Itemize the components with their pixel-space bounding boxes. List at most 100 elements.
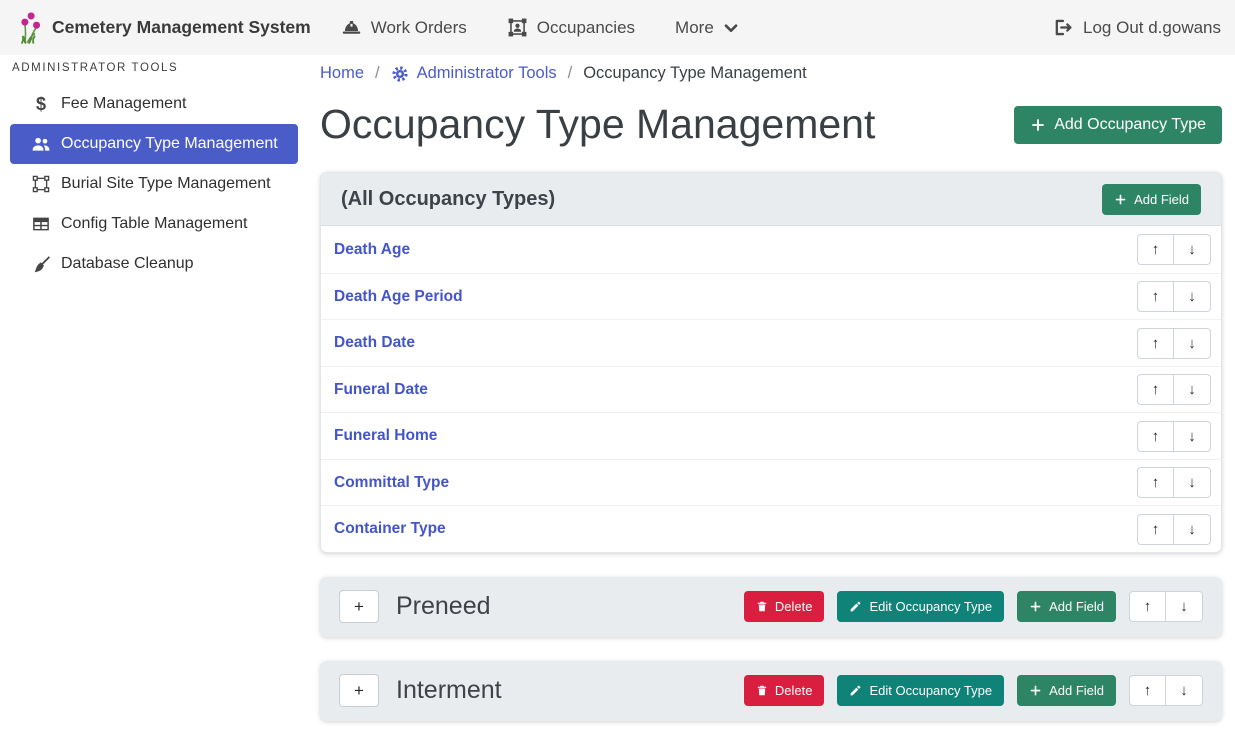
move-up-button[interactable]: ↑ — [1137, 421, 1174, 452]
gear-icon — [391, 65, 409, 83]
arrow-down-icon: ↓ — [1188, 474, 1196, 491]
move-down-button[interactable]: ↓ — [1174, 281, 1211, 312]
move-down-button[interactable]: ↓ — [1166, 675, 1203, 706]
field-row: Funeral Home ↑ ↓ — [321, 412, 1221, 459]
move-up-button[interactable]: ↑ — [1137, 281, 1174, 312]
broom-icon — [30, 255, 52, 274]
sidebar-heading: ADMINISTRATOR TOOLS — [0, 62, 310, 84]
add-occupancy-type-button[interactable]: Add Occupancy Type — [1014, 106, 1222, 144]
nav-item-work-orders[interactable]: Work Orders — [341, 17, 467, 38]
dollar-icon: $ — [30, 95, 52, 113]
page-title: Occupancy Type Management — [320, 99, 875, 150]
reorder-button-group: ↑ ↓ — [1137, 514, 1211, 545]
breadcrumb-label: Administrator Tools — [417, 64, 557, 83]
sidebar-item-label: Config Table Management — [61, 215, 248, 233]
nav-item-label: More — [675, 18, 714, 38]
sidebar: ADMINISTRATOR TOOLS $ Fee Management Occ… — [0, 55, 310, 738]
app-brand[interactable]: Cemetery Management System — [14, 11, 311, 45]
field-link[interactable]: Death Date — [334, 334, 415, 352]
sidebar-item-burial-site-type-management[interactable]: Burial Site Type Management — [10, 164, 298, 204]
top-navbar: Cemetery Management System Work Orders — [0, 0, 1235, 55]
nav-item-more[interactable]: More — [675, 18, 739, 38]
sidebar-item-fee-management[interactable]: $ Fee Management — [10, 84, 298, 124]
move-down-button[interactable]: ↓ — [1166, 591, 1203, 622]
add-field-label: Add Field — [1049, 599, 1104, 614]
field-link[interactable]: Committal Type — [334, 474, 449, 492]
add-field-button[interactable]: Add Field — [1017, 591, 1116, 622]
move-down-button[interactable]: ↓ — [1174, 467, 1211, 498]
move-up-button[interactable]: ↑ — [1129, 591, 1166, 622]
arrow-up-icon: ↑ — [1152, 335, 1160, 352]
expand-button[interactable]: + — [339, 590, 379, 623]
delete-label: Delete — [775, 599, 813, 614]
move-up-button[interactable]: ↑ — [1137, 374, 1174, 405]
arrow-down-icon: ↓ — [1188, 288, 1196, 305]
move-down-button[interactable]: ↓ — [1174, 328, 1211, 359]
move-up-button[interactable]: ↑ — [1129, 675, 1166, 706]
reorder-button-group: ↑ ↓ — [1137, 467, 1211, 498]
breadcrumb-home-link[interactable]: Home — [320, 64, 364, 83]
field-row: Death Age Period ↑ ↓ — [321, 273, 1221, 320]
reorder-button-group: ↑ ↓ — [1137, 234, 1211, 265]
edit-occupancy-type-button[interactable]: Edit Occupancy Type — [837, 675, 1004, 706]
reorder-button-group: ↑ ↓ — [1137, 421, 1211, 452]
breadcrumb-admin-tools-link[interactable]: Administrator Tools — [391, 64, 557, 83]
reorder-button-group: ↑ ↓ — [1137, 281, 1211, 312]
tulips-logo-icon — [14, 11, 42, 45]
add-field-button[interactable]: Add Field — [1017, 675, 1116, 706]
section-actions: Delete Edit Occupancy Type Add Field ↑ — [744, 675, 1203, 706]
sign-out-icon — [1052, 17, 1073, 38]
arrow-down-icon: ↓ — [1188, 521, 1196, 538]
arrow-down-icon: ↓ — [1188, 381, 1196, 398]
plus-icon — [1030, 117, 1046, 133]
move-down-button[interactable]: ↓ — [1174, 374, 1211, 405]
arrow-up-icon: ↑ — [1152, 521, 1160, 538]
field-link[interactable]: Death Age Period — [334, 288, 463, 306]
sidebar-item-label: Burial Site Type Management — [61, 175, 271, 193]
field-link[interactable]: Funeral Home — [334, 427, 437, 445]
field-link[interactable]: Death Age — [334, 241, 410, 259]
move-up-button[interactable]: ↑ — [1137, 514, 1174, 545]
sidebar-item-label: Occupancy Type Management — [61, 135, 278, 153]
delete-label: Delete — [775, 683, 813, 698]
sidebar-item-config-table-management[interactable]: Config Table Management — [10, 204, 298, 244]
expand-button[interactable]: + — [339, 674, 379, 707]
vector-square-icon — [30, 175, 52, 193]
sidebar-item-occupancy-type-management[interactable]: Occupancy Type Management — [10, 124, 298, 164]
frame-user-icon — [507, 17, 528, 38]
sidebar-item-database-cleanup[interactable]: Database Cleanup — [10, 244, 298, 284]
arrow-up-icon: ↑ — [1152, 474, 1160, 491]
navbar-menu: Work Orders Occupancies More — [341, 17, 739, 38]
add-field-button[interactable]: Add Field — [1102, 184, 1201, 215]
move-down-button[interactable]: ↓ — [1174, 421, 1211, 452]
arrow-up-icon: ↑ — [1144, 682, 1152, 699]
field-link[interactable]: Container Type — [334, 520, 446, 538]
field-row: Death Date ↑ ↓ — [321, 319, 1221, 366]
nav-item-label: Work Orders — [371, 18, 467, 38]
field-row: Funeral Date ↑ ↓ — [321, 366, 1221, 413]
move-down-button[interactable]: ↓ — [1174, 234, 1211, 265]
plus-icon — [1029, 600, 1042, 613]
logout-button[interactable]: Log Out d.gowans — [1052, 17, 1221, 38]
move-up-button[interactable]: ↑ — [1137, 328, 1174, 359]
trash-icon — [756, 600, 768, 613]
delete-button[interactable]: Delete — [744, 591, 825, 622]
delete-button[interactable]: Delete — [744, 675, 825, 706]
chevron-down-icon — [723, 20, 739, 36]
move-up-button[interactable]: ↑ — [1137, 467, 1174, 498]
pencil-icon — [849, 684, 862, 697]
field-link[interactable]: Funeral Date — [334, 381, 428, 399]
arrow-down-icon: ↓ — [1188, 241, 1196, 258]
edit-occupancy-type-button[interactable]: Edit Occupancy Type — [837, 591, 1004, 622]
edit-occupancy-type-label: Edit Occupancy Type — [869, 683, 992, 698]
occupancy-type-section: + Preneed Delete Edit — [320, 577, 1222, 637]
move-down-button[interactable]: ↓ — [1174, 514, 1211, 545]
nav-item-occupancies[interactable]: Occupancies — [507, 17, 635, 38]
field-row: Container Type ↑ ↓ — [321, 505, 1221, 552]
app-title: Cemetery Management System — [52, 17, 311, 38]
section-actions: Delete Edit Occupancy Type Add Field ↑ — [744, 591, 1203, 622]
field-list: Death Age ↑ ↓ Death Age Period ↑ ↓ Death… — [321, 226, 1221, 552]
move-up-button[interactable]: ↑ — [1137, 234, 1174, 265]
arrow-down-icon: ↓ — [1180, 682, 1188, 699]
card-title: (All Occupancy Types) — [341, 188, 555, 211]
